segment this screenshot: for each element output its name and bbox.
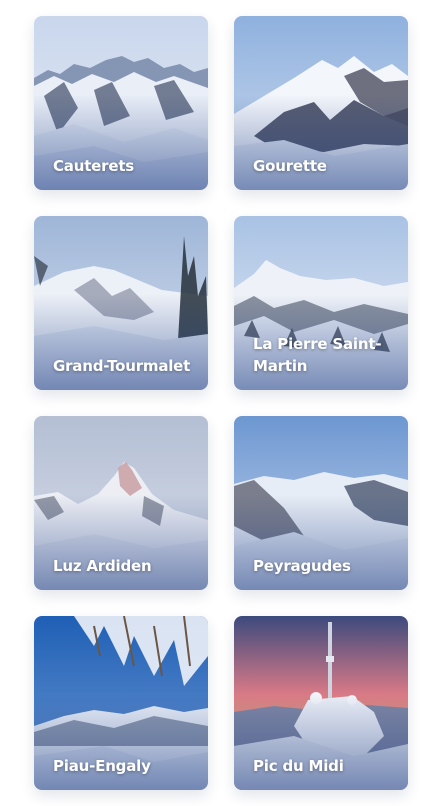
resort-name: Grand-Tourmalet bbox=[53, 357, 191, 375]
resort-card-peyragudes[interactable]: Peyragudes bbox=[234, 416, 408, 590]
resort-name: Peyragudes bbox=[253, 557, 351, 575]
resort-name: Piau-Engaly bbox=[53, 757, 151, 775]
resort-card-pic-du-midi[interactable]: Pic du Midi bbox=[234, 616, 408, 790]
resort-name: La Pierre Saint-Martin bbox=[253, 335, 382, 375]
resort-grid: Cauterets Gourette Grand-Tourmalet La Pi… bbox=[34, 16, 408, 790]
resort-card-luz-ardiden[interactable]: Luz Ardiden bbox=[34, 416, 208, 590]
resort-card-cauterets[interactable]: Cauterets bbox=[34, 16, 208, 190]
resort-card-gourette[interactable]: Gourette bbox=[234, 16, 408, 190]
resort-name: Gourette bbox=[253, 157, 327, 175]
resort-card-piau-engaly[interactable]: Piau-Engaly bbox=[34, 616, 208, 790]
resort-card-grand-tourmalet[interactable]: Grand-Tourmalet bbox=[34, 216, 208, 390]
resort-name: Pic du Midi bbox=[253, 757, 344, 775]
resort-name: Cauterets bbox=[53, 157, 135, 175]
resort-card-la-pierre-saint-martin[interactable]: La Pierre Saint-Martin bbox=[234, 216, 408, 390]
resort-name: Luz Ardiden bbox=[53, 557, 152, 575]
